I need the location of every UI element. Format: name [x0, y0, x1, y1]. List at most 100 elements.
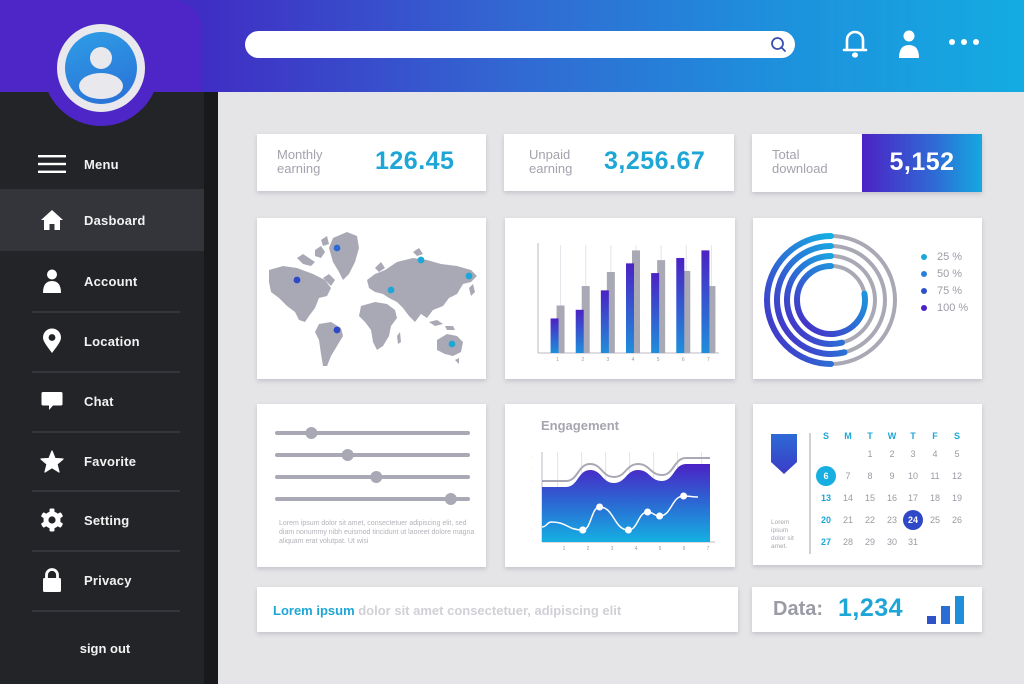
divider	[32, 610, 180, 612]
calendar-day[interactable]: 29	[860, 532, 880, 552]
sidebar-item-menu[interactable]: Menu	[0, 134, 204, 194]
bar-primary	[600, 290, 609, 353]
calendar-day[interactable]: 18	[925, 488, 945, 508]
sidebar-item-dashboard[interactable]: Dasboard	[0, 189, 204, 251]
calendar-day[interactable]: 7	[838, 466, 858, 486]
data-point[interactable]	[644, 508, 652, 516]
avatar[interactable]	[43, 10, 159, 126]
search-icon[interactable]	[770, 36, 787, 53]
more-icon[interactable]	[947, 36, 983, 48]
bar-primary	[676, 257, 685, 353]
sidebar-item-favorite[interactable]: Favorite	[0, 431, 204, 491]
sliders-description: Lorem ipsum dolor sit amet, consectetuer…	[279, 520, 475, 545]
data-value: 1,234	[838, 594, 904, 622]
map-marker[interactable]	[465, 272, 473, 280]
calendar-day[interactable]: 10	[903, 466, 923, 486]
calendar-day[interactable]: 28	[838, 532, 858, 552]
calendar-day[interactable]: 14	[838, 488, 858, 508]
calendar-day[interactable]: 27	[816, 532, 836, 552]
calendar-day[interactable]: 16	[882, 488, 902, 508]
map-marker[interactable]	[333, 326, 341, 334]
sidebar-item-label: Menu	[84, 156, 119, 172]
x-tick-label: 5	[659, 546, 662, 552]
sidebar-item-chat[interactable]: Chat	[0, 371, 204, 431]
map-marker[interactable]	[293, 276, 301, 284]
data-point[interactable]	[680, 492, 688, 500]
calendar-day[interactable]: 6	[816, 466, 836, 486]
signal-bars-icon	[927, 596, 964, 624]
calendar-day[interactable]: 20	[816, 510, 836, 530]
calendar-day[interactable]: 31	[903, 532, 923, 552]
calendar-day[interactable]: 12	[947, 466, 967, 486]
calendar-day[interactable]: 2	[882, 444, 902, 464]
bar-chart: · · · · · · · · 1 2 3 4 5 6 7	[527, 243, 719, 363]
calendar-day[interactable]: 21	[838, 510, 858, 530]
bar-primary	[701, 250, 710, 353]
y-tick-label: ·	[527, 339, 528, 344]
x-tick-label: 2	[587, 546, 590, 552]
sidebar-item-location[interactable]: Location	[0, 311, 204, 371]
sidebar-item-label: Location	[84, 333, 140, 349]
user-icon[interactable]	[897, 28, 921, 60]
calendar-day[interactable]: 5	[947, 444, 967, 464]
map-marker[interactable]	[333, 244, 341, 252]
sliders	[274, 427, 470, 505]
calendar-day[interactable]: 15	[860, 488, 880, 508]
x-tick-label: 1	[556, 357, 559, 363]
calendar-day[interactable]: 9	[882, 466, 902, 486]
calendar-day[interactable]: 23	[882, 510, 902, 530]
map-marker[interactable]	[417, 256, 425, 264]
slider-handle[interactable]	[341, 449, 354, 461]
slider-handle[interactable]	[444, 493, 457, 505]
calendar-day[interactable]: 17	[903, 488, 923, 508]
data-point[interactable]	[624, 526, 632, 534]
monthly-earning-label: Monthly earning	[277, 148, 323, 176]
ring-chart-card: 25 % 50 % 75 % 100 %	[753, 218, 982, 379]
engagement-card: Engagement 1 2 3 4 5 6 7 · · · · · · ·	[505, 404, 735, 567]
y-tick-label: ·	[527, 255, 528, 260]
sidebar-item-privacy[interactable]: Privacy	[0, 550, 204, 610]
sliders-card: Lorem ipsum dolor sit amet, consectetuer…	[257, 404, 486, 567]
continents	[269, 232, 477, 366]
footer-text-rest: dolor sit amet consectetuer, adipiscing …	[354, 603, 622, 618]
calendar-day[interactable]: 19	[947, 488, 967, 508]
calendar-day[interactable]: 22	[860, 510, 880, 530]
calendar-day[interactable]: 8	[860, 466, 880, 486]
sidebar-item-label: Favorite	[84, 453, 137, 469]
slider-handle[interactable]	[370, 471, 383, 483]
total-download-label: Total download	[772, 148, 828, 176]
avatar-image	[65, 32, 137, 104]
sidebar-item-label: Setting	[84, 512, 130, 528]
y-tick-label: ·	[527, 279, 528, 284]
search-input[interactable]	[259, 35, 759, 54]
y-tick-label: ·	[527, 267, 528, 272]
divider	[809, 433, 811, 554]
sign-out-link[interactable]: sign out	[0, 641, 210, 656]
map-marker[interactable]	[387, 286, 395, 294]
calendar-day[interactable]: 3	[903, 444, 923, 464]
data-point[interactable]	[596, 503, 604, 511]
label-line: Unpaid	[529, 147, 571, 162]
calendar-day[interactable]: 1	[860, 444, 880, 464]
calendar-day[interactable]: 25	[925, 510, 945, 530]
calendar-day[interactable]: 4	[925, 444, 945, 464]
slider-handle[interactable]	[305, 427, 318, 439]
search-bar[interactable]	[245, 31, 795, 58]
sidebar-item-setting[interactable]: Setting	[0, 490, 204, 550]
calendar-day[interactable]: 11	[925, 466, 945, 486]
calendar-day[interactable]: 30	[882, 532, 902, 552]
calendar-day[interactable]: 26	[947, 510, 967, 530]
legend-dot	[921, 254, 927, 260]
calendar-day[interactable]: 24	[903, 510, 923, 530]
map-marker[interactable]	[448, 340, 456, 348]
total-download-value: 5,152	[889, 148, 955, 176]
calendar-day[interactable]: 13	[816, 488, 836, 508]
monthly-earning-card: Monthly earning 126.45	[257, 134, 486, 191]
sidebar-item-account[interactable]: Account	[0, 251, 204, 311]
data-point[interactable]	[579, 526, 587, 534]
y-tick-label: ·	[531, 514, 532, 519]
menu-icon	[38, 150, 66, 178]
sidebar-item-label: Privacy	[84, 572, 132, 588]
data-point[interactable]	[656, 512, 664, 520]
bell-icon[interactable]	[842, 28, 868, 60]
